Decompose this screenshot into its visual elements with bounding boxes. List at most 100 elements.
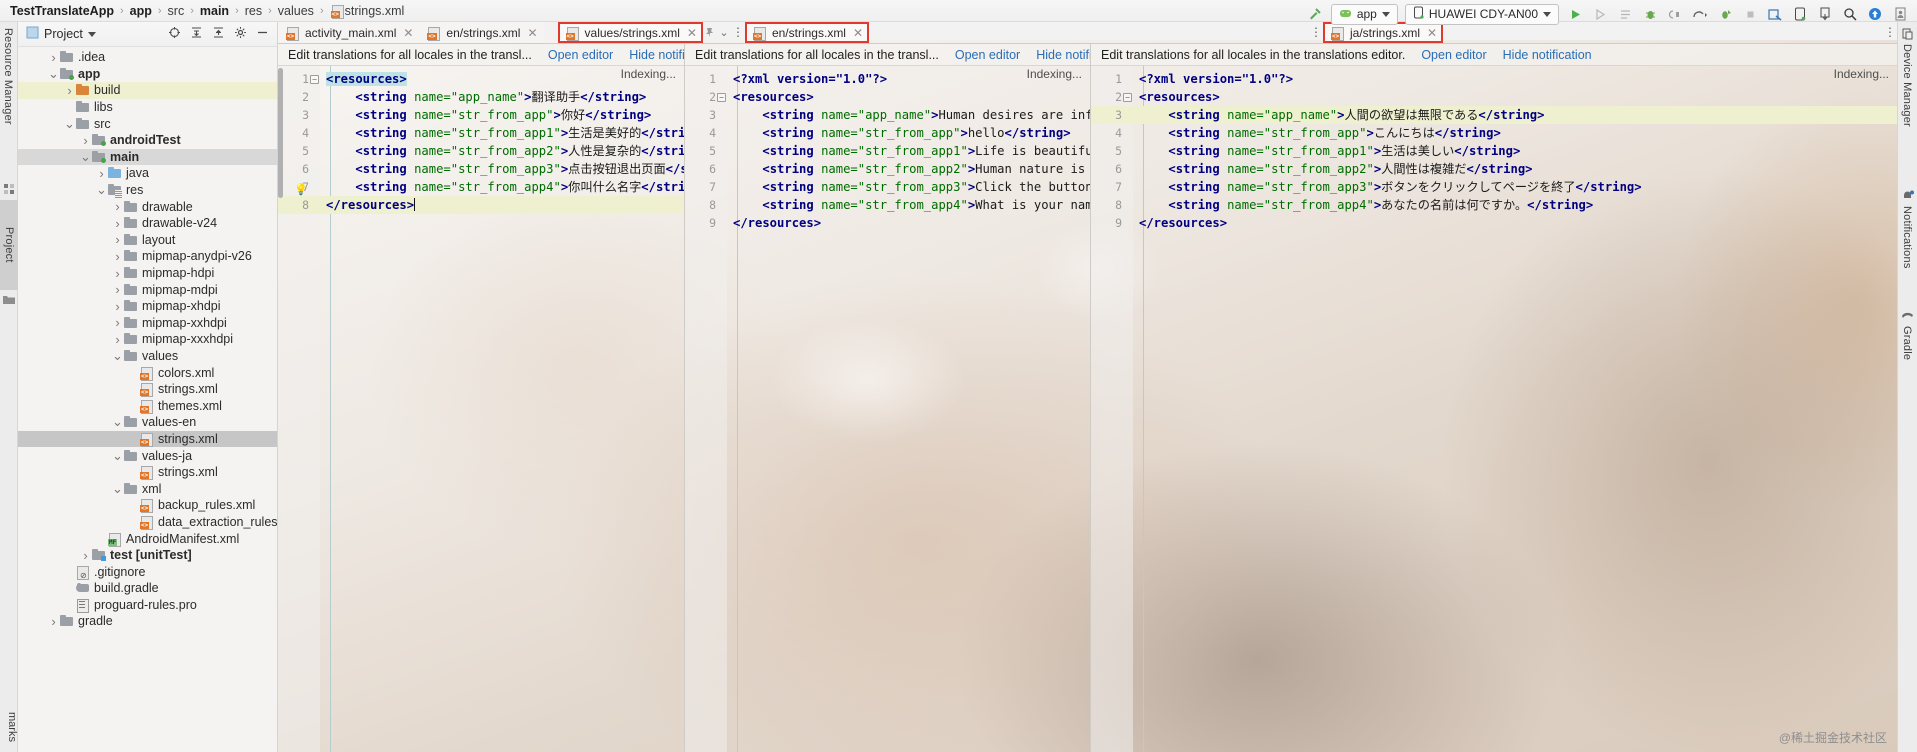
code-view[interactable]: 1 2−3 4 5 6 7 8 9 <?xml version="1.0"?> <resource… — [1091, 66, 1897, 752]
sidebar-item-bookmarks[interactable]: marks — [0, 712, 18, 742]
tree-item-mipmap-mdpi[interactable]: › mipmap-mdpi — [18, 281, 277, 298]
line-number-gutter[interactable]: 1 2−3 4 5 6 7 8 9 — [1091, 66, 1133, 752]
tree-item-mipmap-anydpi-v26[interactable]: › mipmap-anydpi-v26 — [18, 248, 277, 265]
tree-item-strings-xml[interactable]: strings.xml — [18, 464, 277, 481]
tree-item-mipmap-xxhdpi[interactable]: › mipmap-xxhdpi — [18, 315, 277, 332]
sidebar-item-gradle[interactable]: Gradle — [1901, 326, 1913, 386]
breadcrumb-item-testtranslateapp[interactable]: TestTranslateApp — [10, 4, 114, 18]
chevron-down-icon[interactable]: ⌄ — [112, 482, 123, 495]
chevron-down-icon[interactable]: ⌄ — [80, 150, 91, 163]
code-text[interactable]: <?xml version="1.0"?> <resources> <string… — [1133, 66, 1897, 752]
fold-toggle-icon[interactable]: − — [1123, 93, 1132, 102]
chevron-down-icon[interactable]: ⌄ — [64, 117, 75, 130]
tree-item-androidmanifest-xml[interactable]: AndroidManifest.xml — [18, 530, 277, 547]
breadcrumb-item-main[interactable]: main — [200, 4, 229, 18]
tree-item-proguard-rules-pro[interactable]: proguard-rules.pro — [18, 597, 277, 614]
line-number-gutter[interactable]: 1− 2 3 4 5 6 7 💡 8 — [278, 66, 320, 752]
fold-toggle-icon[interactable]: − — [310, 75, 319, 84]
hide-icon[interactable] — [256, 26, 269, 42]
code-text[interactable]: <resources> <string name="app_name">翻译助手… — [320, 66, 684, 752]
tree-item-layout[interactable]: › layout — [18, 232, 277, 249]
run-configuration-selector[interactable]: app — [1330, 3, 1398, 25]
open-editor-link[interactable]: Open editor — [1421, 48, 1486, 62]
tree-item-mipmap-xhdpi[interactable]: › mipmap-xhdpi — [18, 298, 277, 315]
open-editor-link[interactable]: Open editor — [548, 48, 613, 62]
account-icon[interactable] — [1891, 4, 1909, 24]
breadcrumb-item-src[interactable]: src — [168, 4, 185, 18]
editor-tab-values-strings-xml[interactable]: values/strings.xml ✕ — [557, 22, 703, 43]
tree-item--gitignore[interactable]: .gitignore — [18, 563, 277, 580]
sidebar-item-notifications[interactable]: Notifications — [1901, 206, 1913, 301]
hammer-icon[interactable] — [1306, 4, 1324, 24]
expand-all-icon[interactable] — [190, 26, 203, 42]
tree-item--idea[interactable]: › .idea — [18, 49, 277, 66]
stop-icon[interactable] — [1741, 4, 1759, 24]
editor-tab-en-strings-xml[interactable]: en/strings.xml ✕ — [419, 22, 544, 43]
close-icon[interactable]: ✕ — [687, 26, 697, 40]
hide-notification-link[interactable]: Hide notification — [629, 48, 684, 62]
tree-item-mipmap-hdpi[interactable]: › mipmap-hdpi — [18, 265, 277, 282]
tree-item-drawable[interactable]: › drawable — [18, 198, 277, 215]
sidebar-item-project[interactable]: Project — [0, 200, 18, 290]
tree-item-app[interactable]: ⌄ app — [18, 66, 277, 83]
sidebar-item-device-manager[interactable]: Device Manager — [1901, 44, 1913, 164]
chevron-down-icon[interactable]: ⌄ — [112, 415, 123, 428]
run-with-coverage-icon[interactable] — [1716, 4, 1734, 24]
breadcrumb-item-strings-xml[interactable]: strings.xml — [330, 4, 404, 19]
tab-options-kebab[interactable]: ⋮ — [731, 22, 745, 43]
breadcrumb-item-res[interactable]: res — [245, 4, 262, 18]
editor-tab-activity-main-xml[interactable]: activity_main.xml ✕ — [278, 22, 420, 43]
close-icon[interactable]: ✕ — [853, 26, 863, 40]
chevron-right-icon[interactable]: › — [112, 266, 123, 281]
project-tree[interactable]: › .idea ⌄ app › build libs ⌄ src › androidTest ⌄ mai… — [18, 47, 277, 752]
search-icon[interactable] — [1841, 4, 1859, 24]
tree-item-build-gradle[interactable]: build.gradle — [18, 580, 277, 597]
chevron-right-icon[interactable]: › — [112, 315, 123, 330]
tree-item-mipmap-xxxhdpi[interactable]: › mipmap-xxxhdpi — [18, 331, 277, 348]
chevron-right-icon[interactable]: › — [112, 199, 123, 214]
apply-code-changes-icon[interactable] — [1616, 4, 1634, 24]
close-icon[interactable]: ✕ — [527, 26, 537, 40]
hide-notification-link[interactable]: Hide notification — [1036, 48, 1090, 62]
tree-item-gradle[interactable]: › gradle — [18, 613, 277, 630]
tree-item-strings-xml[interactable]: strings.xml — [18, 381, 277, 398]
sidebar-item-resource-manager[interactable]: Resource Manager — [2, 28, 14, 178]
tree-item-libs[interactable]: libs — [18, 99, 277, 116]
chevron-down-icon[interactable]: ⌄ — [112, 349, 123, 362]
chevron-right-icon[interactable]: › — [112, 332, 123, 347]
update-icon[interactable] — [1866, 4, 1884, 24]
tree-item-values-en[interactable]: ⌄ values-en — [18, 414, 277, 431]
chevron-down-icon[interactable]: ⌄ — [96, 183, 107, 196]
tree-item-data-extraction-rules-xml[interactable]: data_extraction_rules.xml — [18, 514, 277, 531]
tree-item-androidtest[interactable]: › androidTest — [18, 132, 277, 149]
chevron-down-icon[interactable]: ⌄ — [48, 67, 59, 80]
profile-icon[interactable] — [1691, 4, 1709, 24]
tree-item-build[interactable]: › build — [18, 82, 277, 99]
tree-item-colors-xml[interactable]: colors.xml — [18, 364, 277, 381]
chevron-right-icon[interactable]: › — [48, 614, 59, 629]
run-icon[interactable] — [1566, 4, 1584, 24]
collapse-all-icon[interactable] — [212, 26, 225, 42]
device-manager-icon[interactable] — [1791, 4, 1809, 24]
chevron-right-icon[interactable]: › — [112, 249, 123, 264]
locate-icon[interactable] — [168, 26, 181, 42]
tree-item-res[interactable]: ⌄ res — [18, 182, 277, 199]
close-icon[interactable]: ✕ — [403, 26, 413, 40]
chevron-right-icon[interactable]: › — [64, 83, 75, 98]
vertical-scrollbar[interactable] — [278, 68, 283, 198]
chevron-right-icon[interactable]: › — [80, 548, 91, 563]
chevron-right-icon[interactable]: › — [80, 133, 91, 148]
tab-list-chevron-icon[interactable]: ⌄ — [717, 22, 731, 43]
layout-inspector-icon[interactable] — [1766, 4, 1784, 24]
tree-item-values-ja[interactable]: ⌄ values-ja — [18, 447, 277, 464]
debug-icon[interactable] — [1641, 4, 1659, 24]
tree-item-themes-xml[interactable]: themes.xml — [18, 397, 277, 414]
hide-notification-link[interactable]: Hide notification — [1503, 48, 1592, 62]
open-editor-link[interactable]: Open editor — [955, 48, 1020, 62]
tree-item-strings-xml[interactable]: strings.xml — [18, 430, 277, 448]
tree-item-java[interactable]: › java — [18, 165, 277, 182]
settings-gear-icon[interactable] — [234, 26, 247, 42]
tree-item-drawable-v24[interactable]: › drawable-v24 — [18, 215, 277, 232]
fold-toggle-icon[interactable]: − — [717, 93, 726, 102]
chevron-right-icon[interactable]: › — [112, 299, 123, 314]
